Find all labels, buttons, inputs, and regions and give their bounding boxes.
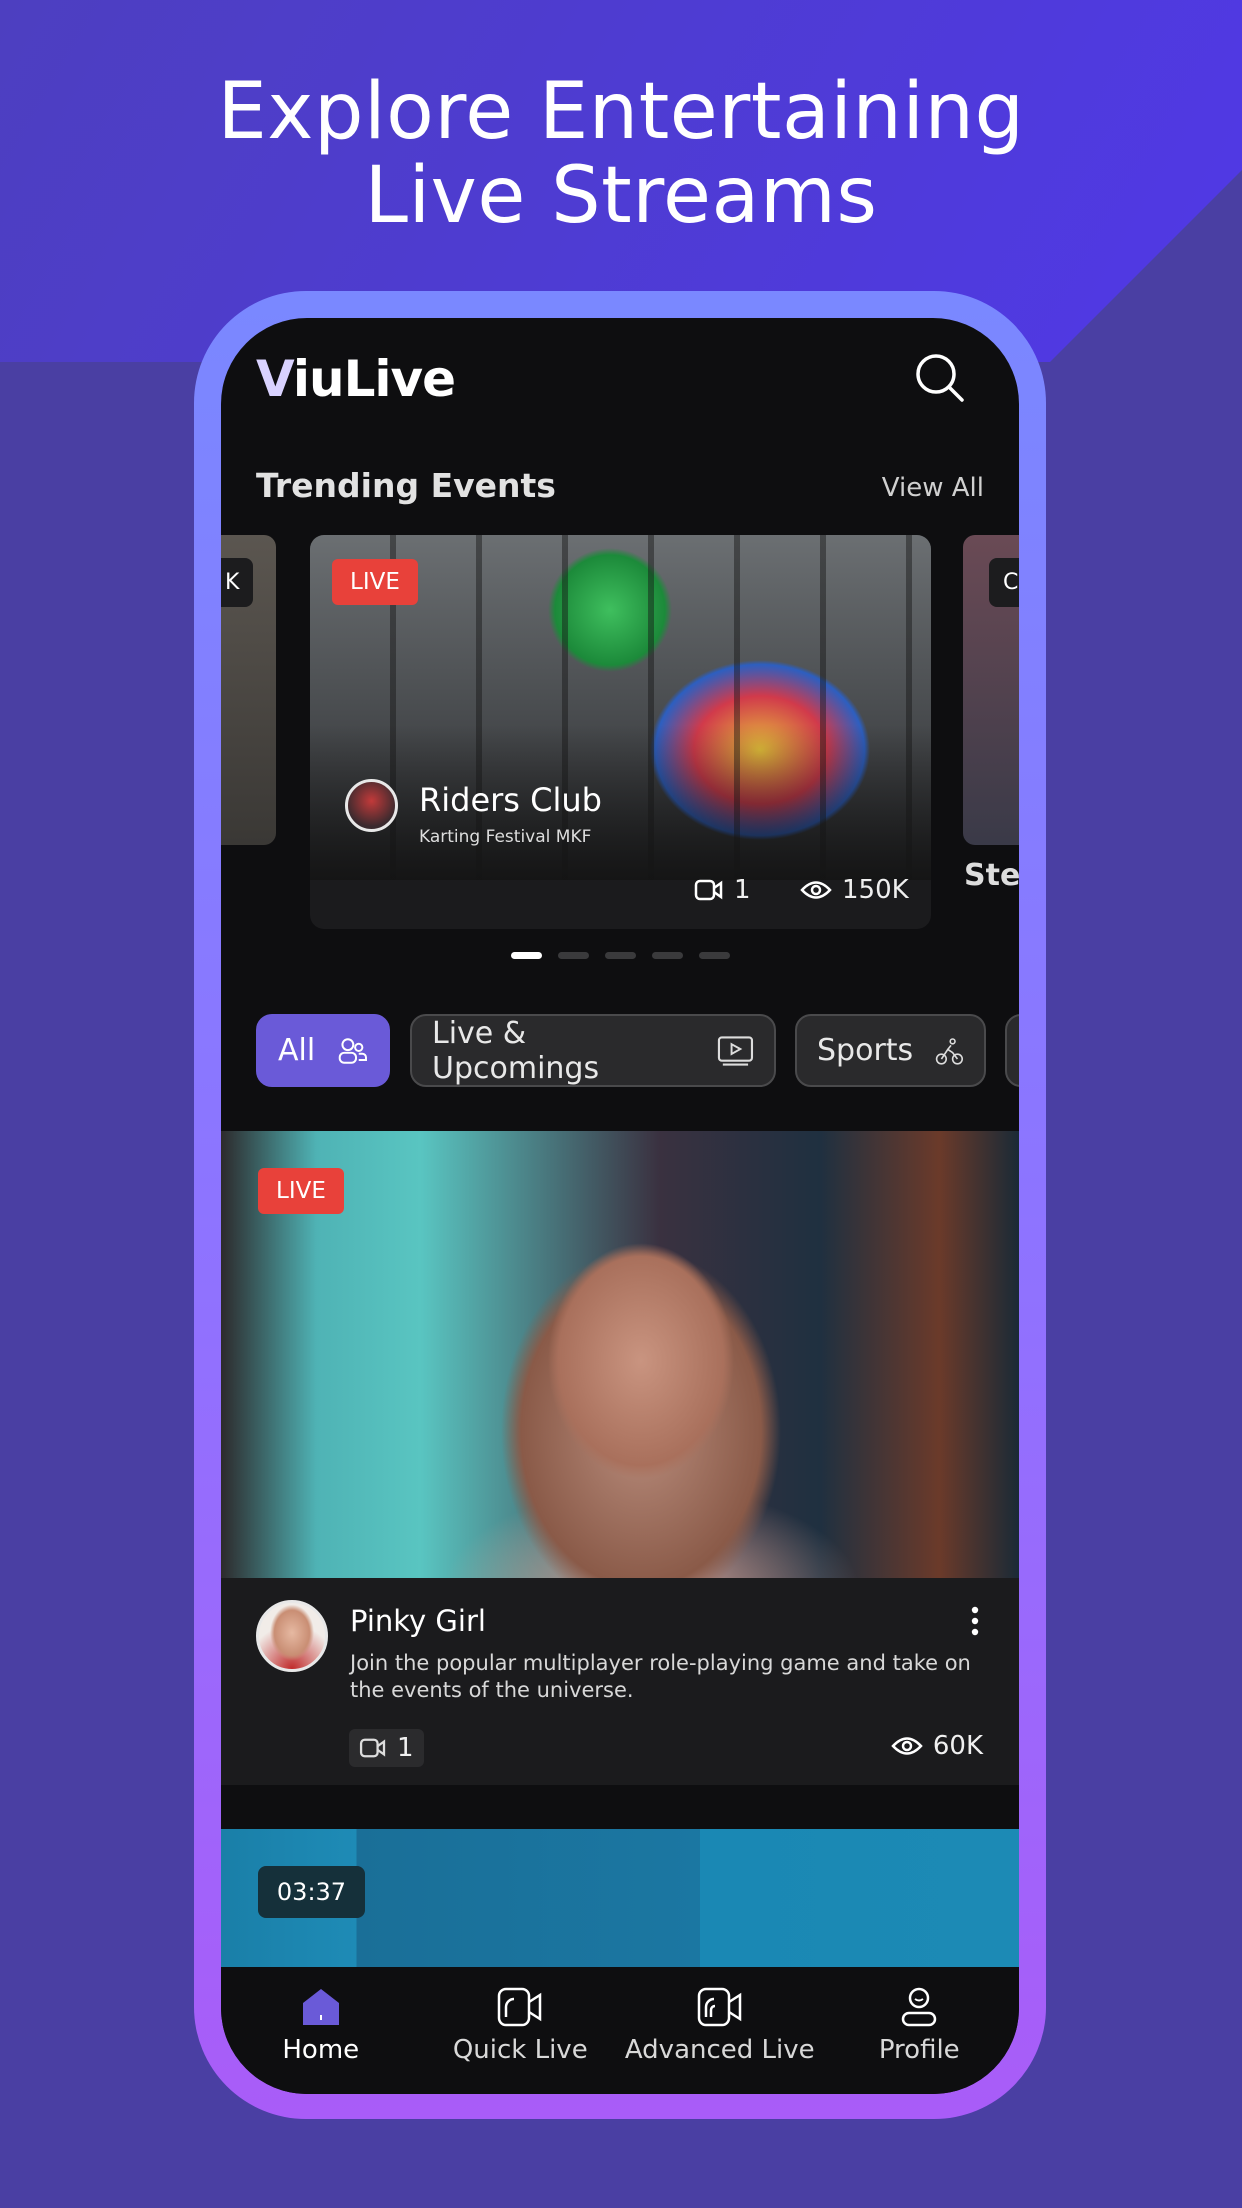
view-count: 150K <box>800 875 909 905</box>
bottom-navigation: Home Quick Live Advanced Live Profile <box>221 1967 1019 2094</box>
live-badge: LIVE <box>258 1168 344 1214</box>
live-badge: LIVE <box>332 559 418 605</box>
camera-count: 1 <box>349 1729 424 1767</box>
app-logo: ViuLive <box>256 350 456 408</box>
page-dot[interactable] <box>510 952 542 959</box>
category-chip-live-upcomings[interactable]: Live & Upcomings <box>410 1014 776 1087</box>
profile-icon <box>902 1987 937 2027</box>
nav-profile[interactable]: Profile <box>820 1967 1020 2094</box>
users-icon <box>338 1037 368 1064</box>
stream-description: Join the popular multiplayer role-playin… <box>350 1651 971 1702</box>
view-count: 60K <box>891 1731 983 1761</box>
headline-line-2: Live Streams <box>364 151 878 241</box>
video-camera-icon <box>694 879 723 901</box>
cyclist-icon <box>935 1037 964 1065</box>
event-card[interactable]: LIVE Riders Club Karting Festival MKF 1 … <box>310 535 931 929</box>
phone-screen: ViuLive Trending Events View All K C Ste… <box>221 318 1019 2094</box>
streamer-name[interactable]: Pinky Girl <box>350 1604 486 1638</box>
page-dot[interactable] <box>651 952 683 959</box>
carousel-pagination <box>221 952 1019 959</box>
eye-icon <box>800 881 832 899</box>
camera-count: 1 <box>694 875 751 905</box>
event-subtitle: Karting Festival MKF <box>419 827 592 847</box>
section-title: Trending Events <box>256 466 556 505</box>
page-dot[interactable] <box>604 952 636 959</box>
view-all-link[interactable]: View All <box>882 473 984 503</box>
headline-line-1: Explore Entertaining <box>217 67 1025 157</box>
duration-badge: 03:37 <box>258 1866 365 1918</box>
category-chip-sports[interactable]: Sports <box>795 1014 986 1087</box>
avatar <box>345 779 398 832</box>
nav-home[interactable]: Home <box>221 1967 421 2094</box>
video-camera-icon <box>498 1987 542 2027</box>
category-chip-all[interactable]: All <box>256 1014 390 1087</box>
nav-advanced-live[interactable]: Advanced Live <box>620 1967 820 2094</box>
search-icon[interactable] <box>914 352 966 404</box>
page-dot[interactable] <box>557 952 589 959</box>
next-card-title: Step <box>964 858 1019 893</box>
promo-headline: Explore Entertaining Live Streams <box>0 70 1242 238</box>
home-icon <box>302 1989 339 2025</box>
event-title: Riders Club <box>419 781 602 819</box>
broadcast-camera-icon <box>697 1987 741 2027</box>
more-options-icon[interactable] <box>970 1606 980 1636</box>
video-camera-icon <box>359 1738 386 1758</box>
streamer-avatar[interactable] <box>256 1600 328 1672</box>
next-card-badge: C <box>989 558 1019 607</box>
prev-card-badge: K <box>221 558 254 607</box>
nav-quick-live[interactable]: Quick Live <box>421 1967 621 2094</box>
category-chip-more[interactable] <box>1005 1014 1019 1087</box>
page-dot[interactable] <box>698 952 730 959</box>
eye-icon <box>891 1737 923 1755</box>
play-screen-icon <box>717 1035 754 1066</box>
